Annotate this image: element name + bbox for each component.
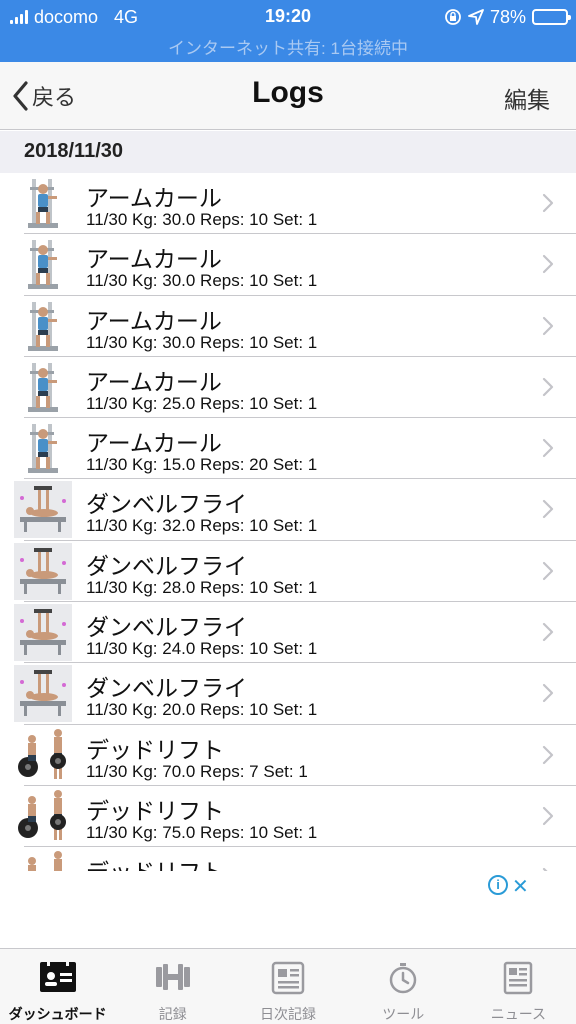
exercise-name: ダンベルフライ [86,491,247,518]
daily-log-icon [271,961,305,1000]
stopwatch-icon [387,961,419,1000]
log-row[interactable]: デッドリフト [0,847,576,871]
arm-curl-machine-icon [14,175,72,232]
dashboard-icon [39,961,77,998]
ad-close-icon[interactable]: ✕ [512,874,529,899]
arm-curl-machine-icon [14,420,72,477]
exercise-name: デッドリフト [86,853,224,871]
chevron-right-icon [542,806,554,826]
chevron-right-icon [542,745,554,764]
exercise-name: アームカール [86,430,222,457]
tab-stopwatch[interactable]: ツール [346,949,461,1024]
battery-icon [532,9,571,25]
log-detail: 11/30 Kg: 30.0 Reps: 10 Set: 1 [86,210,318,229]
battery-percent: 78% [489,6,526,27]
log-row[interactable]: デッドリフト 11/30 Kg: 75.0 Reps: 10 Set: 1 [0,785,576,848]
tab-label: ダッシュボード [8,1006,107,1022]
arm-curl-machine-icon [14,298,72,355]
exercise-name: ダンベルフライ [86,614,247,641]
log-detail: 11/30 Kg: 25.0 Reps: 10 Set: 1 [86,393,318,413]
chevron-right-icon [542,500,554,519]
tab-news[interactable]: ニュース [461,949,576,1024]
log-row[interactable]: アームカール 11/30 Kg: 15.0 Reps: 20 Set: 1 [0,418,576,480]
log-row[interactable]: アームカール 11/30 Kg: 30.0 Reps: 10 Set: 1 [0,173,576,235]
dumbbell-fly-icon [14,665,72,723]
log-row[interactable]: アームカール 11/30 Kg: 25.0 Reps: 10 Set: 1 [0,356,576,419]
deadlift-icon [14,849,72,871]
chevron-right-icon [542,255,554,274]
tab-label: ツール [382,1006,425,1022]
location-arrow-icon [468,9,484,25]
log-row[interactable]: ダンベルフライ 11/30 Kg: 28.0 Reps: 10 Set: 1 [0,540,576,603]
dumbbell-fly-icon [14,604,72,662]
chevron-right-icon [542,684,554,703]
exercise-name: アームカール [86,185,222,211]
ad-banner[interactable]: i ✕ [0,871,576,948]
exercise-name: デッドリフト [86,736,224,763]
page-title: Logs [252,76,324,109]
log-detail: 11/30 Kg: 30.0 Reps: 10 Set: 1 [86,271,318,291]
chevron-right-icon [542,561,554,580]
tab-dashboard[interactable]: ダッシュボード [0,949,115,1024]
log-detail: 11/30 Kg: 15.0 Reps: 20 Set: 1 [86,455,318,475]
arm-curl-machine-icon [14,236,72,293]
exercise-name: アームカール [86,368,222,395]
deadlift-icon [14,788,72,845]
status-bar: docomo 4G 19:20 78% インターネット共有: 1台接続中 [0,0,576,62]
dumbbell-fly-icon [14,542,72,600]
tab-label: 記録 [158,1006,187,1022]
log-detail: 11/30 Kg: 32.0 Reps: 10 Set: 1 [86,516,318,536]
hotspot-banner[interactable]: インターネット共有: 1台接続中 [0,34,576,59]
dumbbell-icon [154,961,192,998]
deadlift-icon [14,727,72,784]
log-detail: 11/30 Kg: 75.0 Reps: 10 Set: 1 [86,822,318,842]
log-detail: 11/30 Kg: 20.0 Reps: 10 Set: 1 [86,700,318,720]
exercise-name: ダンベルフライ [86,552,247,579]
log-detail: 11/30 Kg: 70.0 Reps: 7 Set: 1 [86,761,308,781]
log-detail: 11/30 Kg: 28.0 Reps: 10 Set: 1 [86,577,318,597]
chevron-right-icon [542,439,554,458]
chevron-right-icon [542,622,554,642]
exercise-name: アームカール [86,307,222,334]
chevron-right-icon [542,193,554,213]
chevron-right-icon [542,377,554,396]
log-row[interactable]: アームカール 11/30 Kg: 30.0 Reps: 10 Set: 1 [0,234,576,296]
chevron-right-icon [542,316,554,335]
ad-info-icon[interactable]: i [488,875,508,895]
log-detail: 11/30 Kg: 24.0 Reps: 10 Set: 1 [86,639,318,659]
log-row[interactable]: アームカール 11/30 Kg: 30.0 Reps: 10 Set: 1 [0,295,576,357]
log-row[interactable]: ダンベルフライ 11/30 Kg: 32.0 Reps: 10 Set: 1 [0,479,576,541]
exercise-name: ダンベルフライ [86,675,247,702]
tab-label: ニュース [490,1006,547,1022]
edit-button[interactable]: 編集 [504,81,550,115]
log-row[interactable]: ダンベルフライ 11/30 Kg: 20.0 Reps: 10 Set: 1 [0,663,576,725]
navigation-bar: 戻る Logs 編集 [0,62,576,130]
tab-dumbbell[interactable]: 記録 [115,949,230,1024]
date-section-header: 2018/11/30 [0,131,576,173]
tab-daily-log[interactable]: 日次記録 [230,949,345,1024]
log-row[interactable]: デッドリフト 11/30 Kg: 70.0 Reps: 7 Set: 1 [0,724,576,786]
news-icon [501,961,535,1000]
tab-label: 日次記録 [260,1006,316,1022]
dumbbell-fly-icon [14,481,72,539]
log-detail: 11/30 Kg: 30.0 Reps: 10 Set: 1 [86,332,318,352]
section-date: 2018/11/30 [24,140,123,162]
arm-curl-machine-icon [14,359,72,416]
orientation-lock-icon [445,9,461,25]
status-indicators: 78% [444,6,571,28]
log-list[interactable]: アームカール 11/30 Kg: 30.0 Reps: 10 Set: 1 アームカ… [0,173,576,871]
tab-bar: ダッシュボード 記録 日次記録 ツール ニュース [0,948,576,1024]
log-row[interactable]: ダンベルフライ 11/30 Kg: 24.0 Reps: 10 Set: 1 [0,602,576,664]
exercise-name: アームカール [86,246,222,273]
exercise-name: デッドリフト [86,797,224,824]
